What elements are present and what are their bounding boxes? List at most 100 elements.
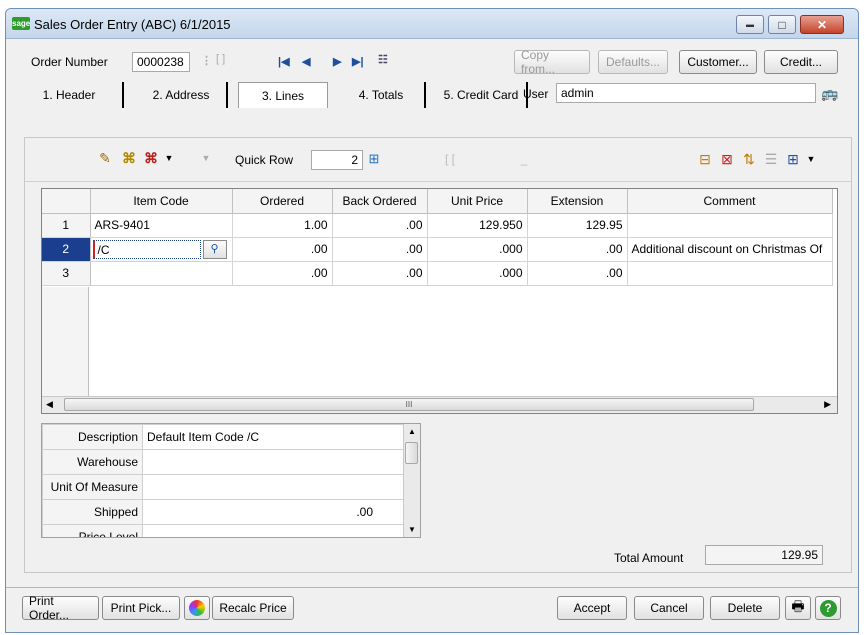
scroll-down-icon[interactable]: ▼ — [408, 525, 416, 534]
print-order-button[interactable]: Print Order... — [22, 594, 99, 622]
chevron-down-icon[interactable]: ▼ — [163, 148, 175, 168]
first-record-icon[interactable]: |◀ — [278, 55, 290, 68]
accept-button[interactable]: Accept — [557, 596, 627, 620]
row-number[interactable]: 1 — [42, 213, 91, 238]
grid-header-row: Item Code Ordered Back Ordered Unit Pric… — [42, 189, 833, 214]
back-ordered-cell[interactable]: .00 — [332, 237, 428, 262]
binoculars-red-icon[interactable]: ⌘ — [141, 148, 161, 168]
list-indent-icon[interactable]: ☰ — [761, 150, 781, 168]
help-button[interactable]: ? — [815, 596, 841, 620]
binoculars-icon[interactable]: ⌘ — [119, 148, 139, 168]
tab-header[interactable]: 1. Header — [16, 82, 124, 108]
back-ordered-cell[interactable]: .00 — [332, 213, 428, 238]
ordered-cell[interactable]: .00 — [232, 261, 333, 286]
sales-order-window: sage Sales Order Entry (ABC) 6/1/2015 ▬ … — [5, 8, 859, 633]
credit-button[interactable]: Credit... — [764, 50, 838, 74]
insert-row-icon[interactable]: ⊟ — [695, 150, 715, 168]
dash-icon[interactable]: _ — [515, 150, 533, 168]
next-record-icon[interactable]: ▶ — [333, 55, 341, 68]
unit-price-cell[interactable]: .000 — [427, 261, 528, 286]
defaults-button[interactable]: Defaults... — [598, 50, 668, 74]
quick-row-field[interactable]: 2 — [311, 150, 363, 170]
extension-cell[interactable]: .00 — [527, 237, 628, 262]
back-ordered-cell[interactable]: .00 — [332, 261, 428, 286]
detail-value: .00 — [142, 499, 404, 525]
vertical-scrollbar[interactable]: ▲ ▼ — [403, 424, 420, 537]
color-wheel-button[interactable] — [184, 596, 210, 620]
item-code-cell[interactable]: ARS-9401 — [90, 213, 233, 238]
close-button[interactable]: ✕ — [800, 15, 844, 34]
row-number[interactable]: 3 — [42, 261, 91, 286]
maximize-button[interactable]: □ — [768, 15, 796, 34]
vertical-scroll-thumb[interactable] — [405, 442, 418, 464]
unit-price-cell[interactable]: 129.950 — [427, 213, 528, 238]
detail-value: Default Item Code /C — [142, 424, 404, 450]
scroll-up-icon[interactable]: ▲ — [408, 427, 416, 436]
scroll-thumb[interactable]: III — [64, 398, 754, 411]
item-code-input[interactable]: /C — [92, 239, 201, 259]
table-row[interactable]: 1 ARS-9401 1.00 .00 129.950 129.95 — [42, 213, 833, 238]
detail-label: Unit Of Measure — [42, 474, 143, 500]
extension-header[interactable]: Extension — [527, 189, 628, 214]
customize-icon[interactable]: ⊞ — [783, 150, 803, 168]
chevron-down-icon-disabled[interactable]: ▼ — [200, 148, 212, 168]
print-pick-button[interactable]: Print Pick... — [102, 596, 180, 620]
recalc-price-button[interactable]: Recalc Price — [212, 596, 294, 620]
item-code-cell[interactable] — [90, 261, 233, 286]
item-lookup-button[interactable]: ⚲ — [202, 239, 227, 259]
color-wheel-icon — [189, 600, 205, 616]
total-amount-label: Total Amount — [614, 551, 684, 565]
detail-row: Warehouse — [42, 449, 404, 475]
scroll-right-icon[interactable]: ▶ — [824, 399, 831, 410]
table-row[interactable]: 3 .00 .00 .000 .00 — [42, 261, 833, 286]
go-to-row-icon[interactable]: ⊞ — [365, 150, 383, 168]
tab-lines[interactable]: 3. Lines — [238, 82, 328, 108]
window-title: Sales Order Entry (ABC) 6/1/2015 — [34, 17, 231, 32]
previous-record-icon[interactable]: ◀ — [302, 55, 310, 68]
sage-logo-icon: sage — [12, 17, 31, 30]
cancel-button[interactable]: Cancel — [634, 596, 704, 620]
row-number[interactable]: 2 — [42, 237, 91, 262]
customer-button[interactable]: Customer... — [679, 50, 757, 74]
bracket-icon[interactable]: [ [ — [435, 150, 465, 168]
unit-price-cell[interactable]: .000 — [427, 237, 528, 262]
item-lookup-icon[interactable]: ✎ — [95, 148, 115, 168]
lookup-icon[interactable]: ⋮ — [201, 54, 212, 67]
order-number-field[interactable]: 0000238 — [132, 52, 190, 72]
unit-price-header[interactable]: Unit Price — [427, 189, 528, 214]
chevron-down-icon-right[interactable]: ▼ — [805, 150, 817, 168]
item-code-cell-editing[interactable]: /C ⚲ — [90, 237, 233, 262]
last-record-icon[interactable]: ▶| — [352, 55, 364, 68]
lines-toolbar: ✎ ⌘ ⌘ ▼ ▼ Quick Row 2 ⊞ [ [ _ ⊟ ⊠ ⇅ ☰ ⊞ … — [25, 138, 851, 182]
minimize-button[interactable]: ▬ — [736, 15, 764, 34]
printer-icon: 🖶 — [791, 598, 805, 614]
extension-cell[interactable]: .00 — [527, 261, 628, 286]
comment-cell[interactable]: Additional discount on Christmas Of — [627, 237, 833, 262]
table-row[interactable]: 2 /C ⚲ .00 .00 .000 .00 Additional disco… — [42, 237, 833, 262]
scroll-left-icon[interactable]: ◀ — [46, 399, 53, 410]
ordered-header[interactable]: Ordered — [232, 189, 333, 214]
bus-icon[interactable]: 🚌 — [821, 84, 839, 102]
copy-from-button[interactable]: Copy from... — [514, 48, 590, 76]
horizontal-scrollbar[interactable]: ◀ III ▶ — [42, 396, 837, 413]
comment-header[interactable]: Comment — [627, 189, 833, 214]
back-ordered-header[interactable]: Back Ordered — [332, 189, 428, 214]
tab-address[interactable]: 2. Address — [136, 82, 228, 108]
ordered-cell[interactable]: 1.00 — [232, 213, 333, 238]
tab-totals[interactable]: 4. Totals — [338, 82, 426, 108]
delete-button[interactable]: Delete — [710, 596, 780, 620]
extension-cell[interactable]: 129.95 — [527, 213, 628, 238]
list-icon[interactable]: ☷ — [378, 53, 388, 66]
print-button[interactable]: 🖶 — [785, 596, 811, 620]
next-number-icon[interactable]: [ ] — [216, 53, 225, 65]
delete-row-icon[interactable]: ⊠ — [717, 150, 737, 168]
comment-cell[interactable] — [627, 261, 833, 286]
comment-cell[interactable] — [627, 213, 833, 238]
footer-bar: Print Order... Print Pick... Recalc Pric… — [6, 587, 858, 632]
item-code-header[interactable]: Item Code — [90, 189, 233, 214]
sort-icon[interactable]: ⇅ — [739, 150, 759, 168]
user-field[interactable]: admin — [556, 83, 816, 103]
tab-credit-card[interactable]: 5. Credit Card — [436, 82, 528, 108]
quick-row-label: Quick Row — [235, 153, 294, 167]
ordered-cell[interactable]: .00 — [232, 237, 333, 262]
